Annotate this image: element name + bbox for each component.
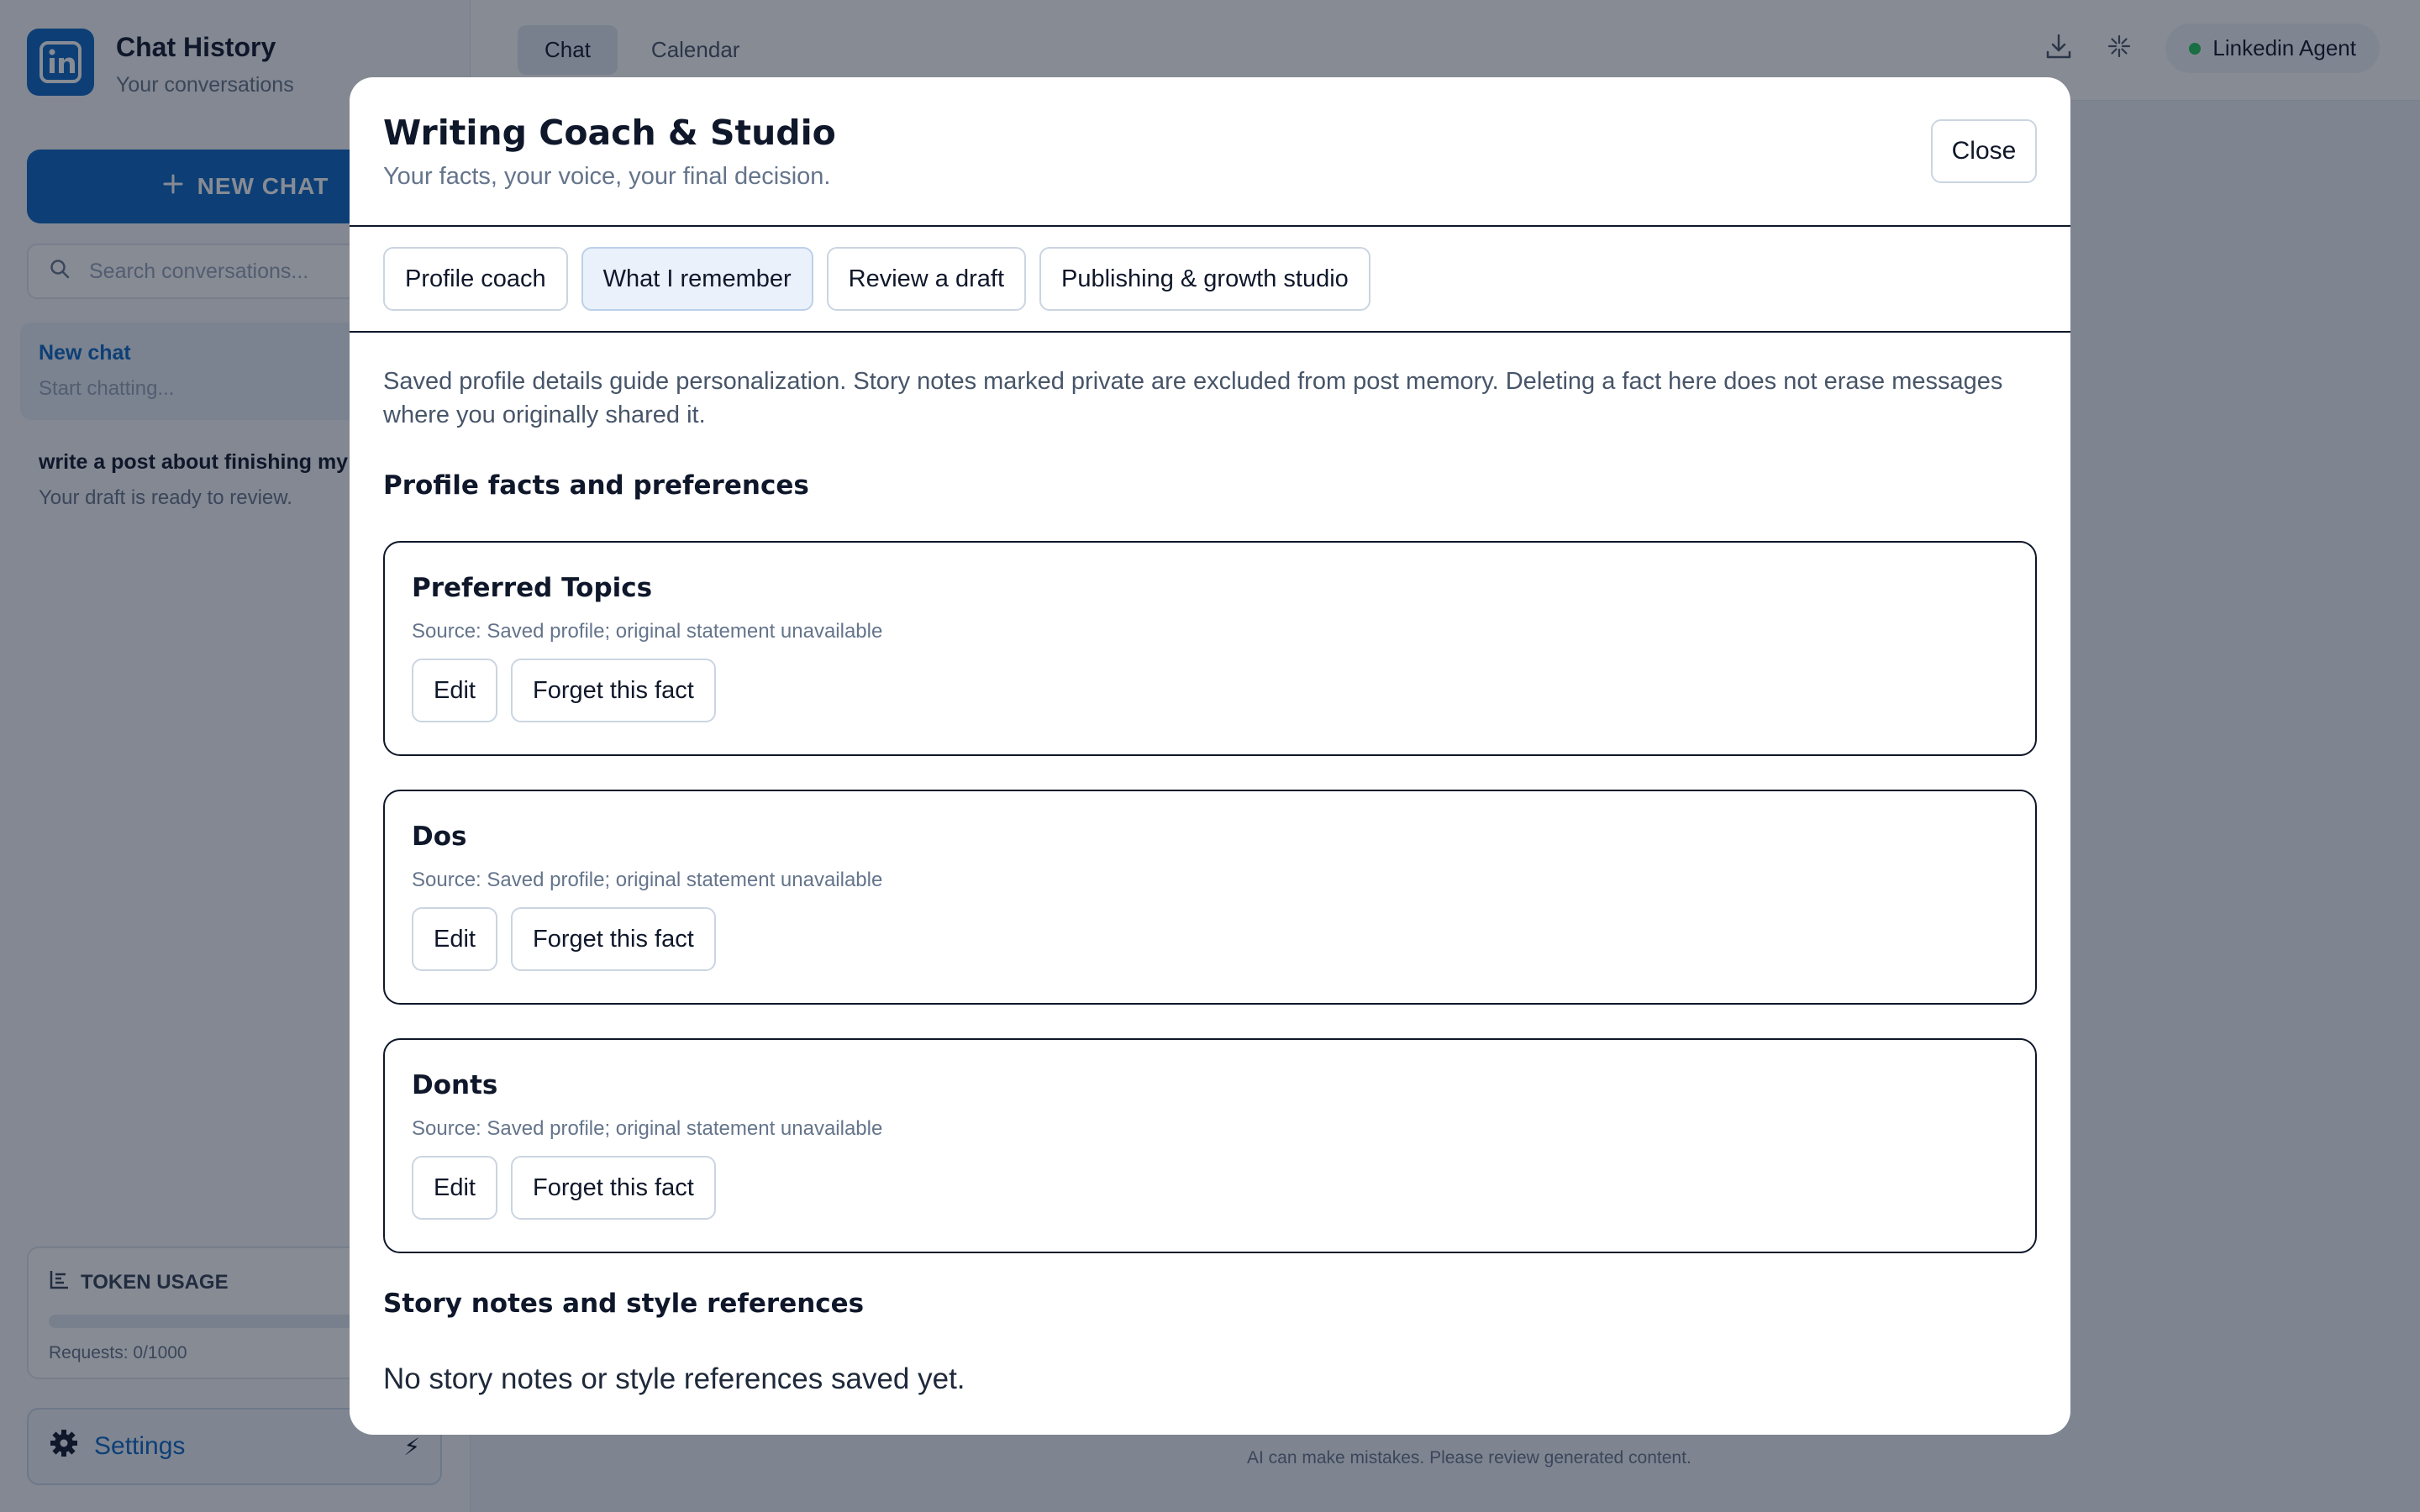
forget-fact-button[interactable]: Forget this fact (510, 1156, 716, 1220)
edit-fact-button[interactable]: Edit (412, 907, 497, 971)
tab-profile-coach[interactable]: Profile coach (383, 247, 568, 311)
stories-empty-state: No story notes or style references saved… (383, 1362, 965, 1395)
fact-title: Dos (412, 822, 467, 852)
tab-what-i-remember[interactable]: What I remember (581, 247, 813, 311)
tabs-divider (350, 331, 2070, 333)
tab-publishing-growth-studio[interactable]: Publishing & growth studio (1039, 247, 1370, 311)
fact-card-preferred-topics: Preferred Topics Source: Saved profile; … (383, 541, 2037, 756)
close-button[interactable]: Close (1931, 119, 2037, 183)
writing-coach-modal: Writing Coach & Studio Your facts, your … (350, 77, 2070, 1435)
modal-subtitle: Your facts, your voice, your final decis… (383, 163, 831, 190)
facts-section-heading: Profile facts and preferences (383, 470, 809, 501)
modal-tabs: Profile coach What I remember Review a d… (383, 247, 1370, 311)
tab-review-a-draft[interactable]: Review a draft (826, 247, 1027, 311)
modal-title: Writing Coach & Studio (383, 113, 836, 153)
forget-fact-button[interactable]: Forget this fact (510, 907, 716, 971)
fact-title: Donts (412, 1070, 498, 1100)
memory-intro-text: Saved profile details guide personalizat… (383, 368, 2003, 428)
fact-card-donts: Donts Source: Saved profile; original st… (383, 1038, 2037, 1253)
edit-fact-button[interactable]: Edit (412, 1156, 497, 1220)
forget-fact-button[interactable]: Forget this fact (510, 659, 716, 722)
header-divider (350, 225, 2070, 227)
fact-source: Source: Saved profile; original statemen… (412, 869, 883, 891)
stories-section-heading: Story notes and style references (383, 1289, 865, 1319)
edit-fact-button[interactable]: Edit (412, 659, 497, 722)
fact-source: Source: Saved profile; original statemen… (412, 1117, 883, 1140)
fact-title: Preferred Topics (412, 573, 653, 603)
fact-source: Source: Saved profile; original statemen… (412, 620, 883, 643)
fact-card-dos: Dos Source: Saved profile; original stat… (383, 790, 2037, 1005)
